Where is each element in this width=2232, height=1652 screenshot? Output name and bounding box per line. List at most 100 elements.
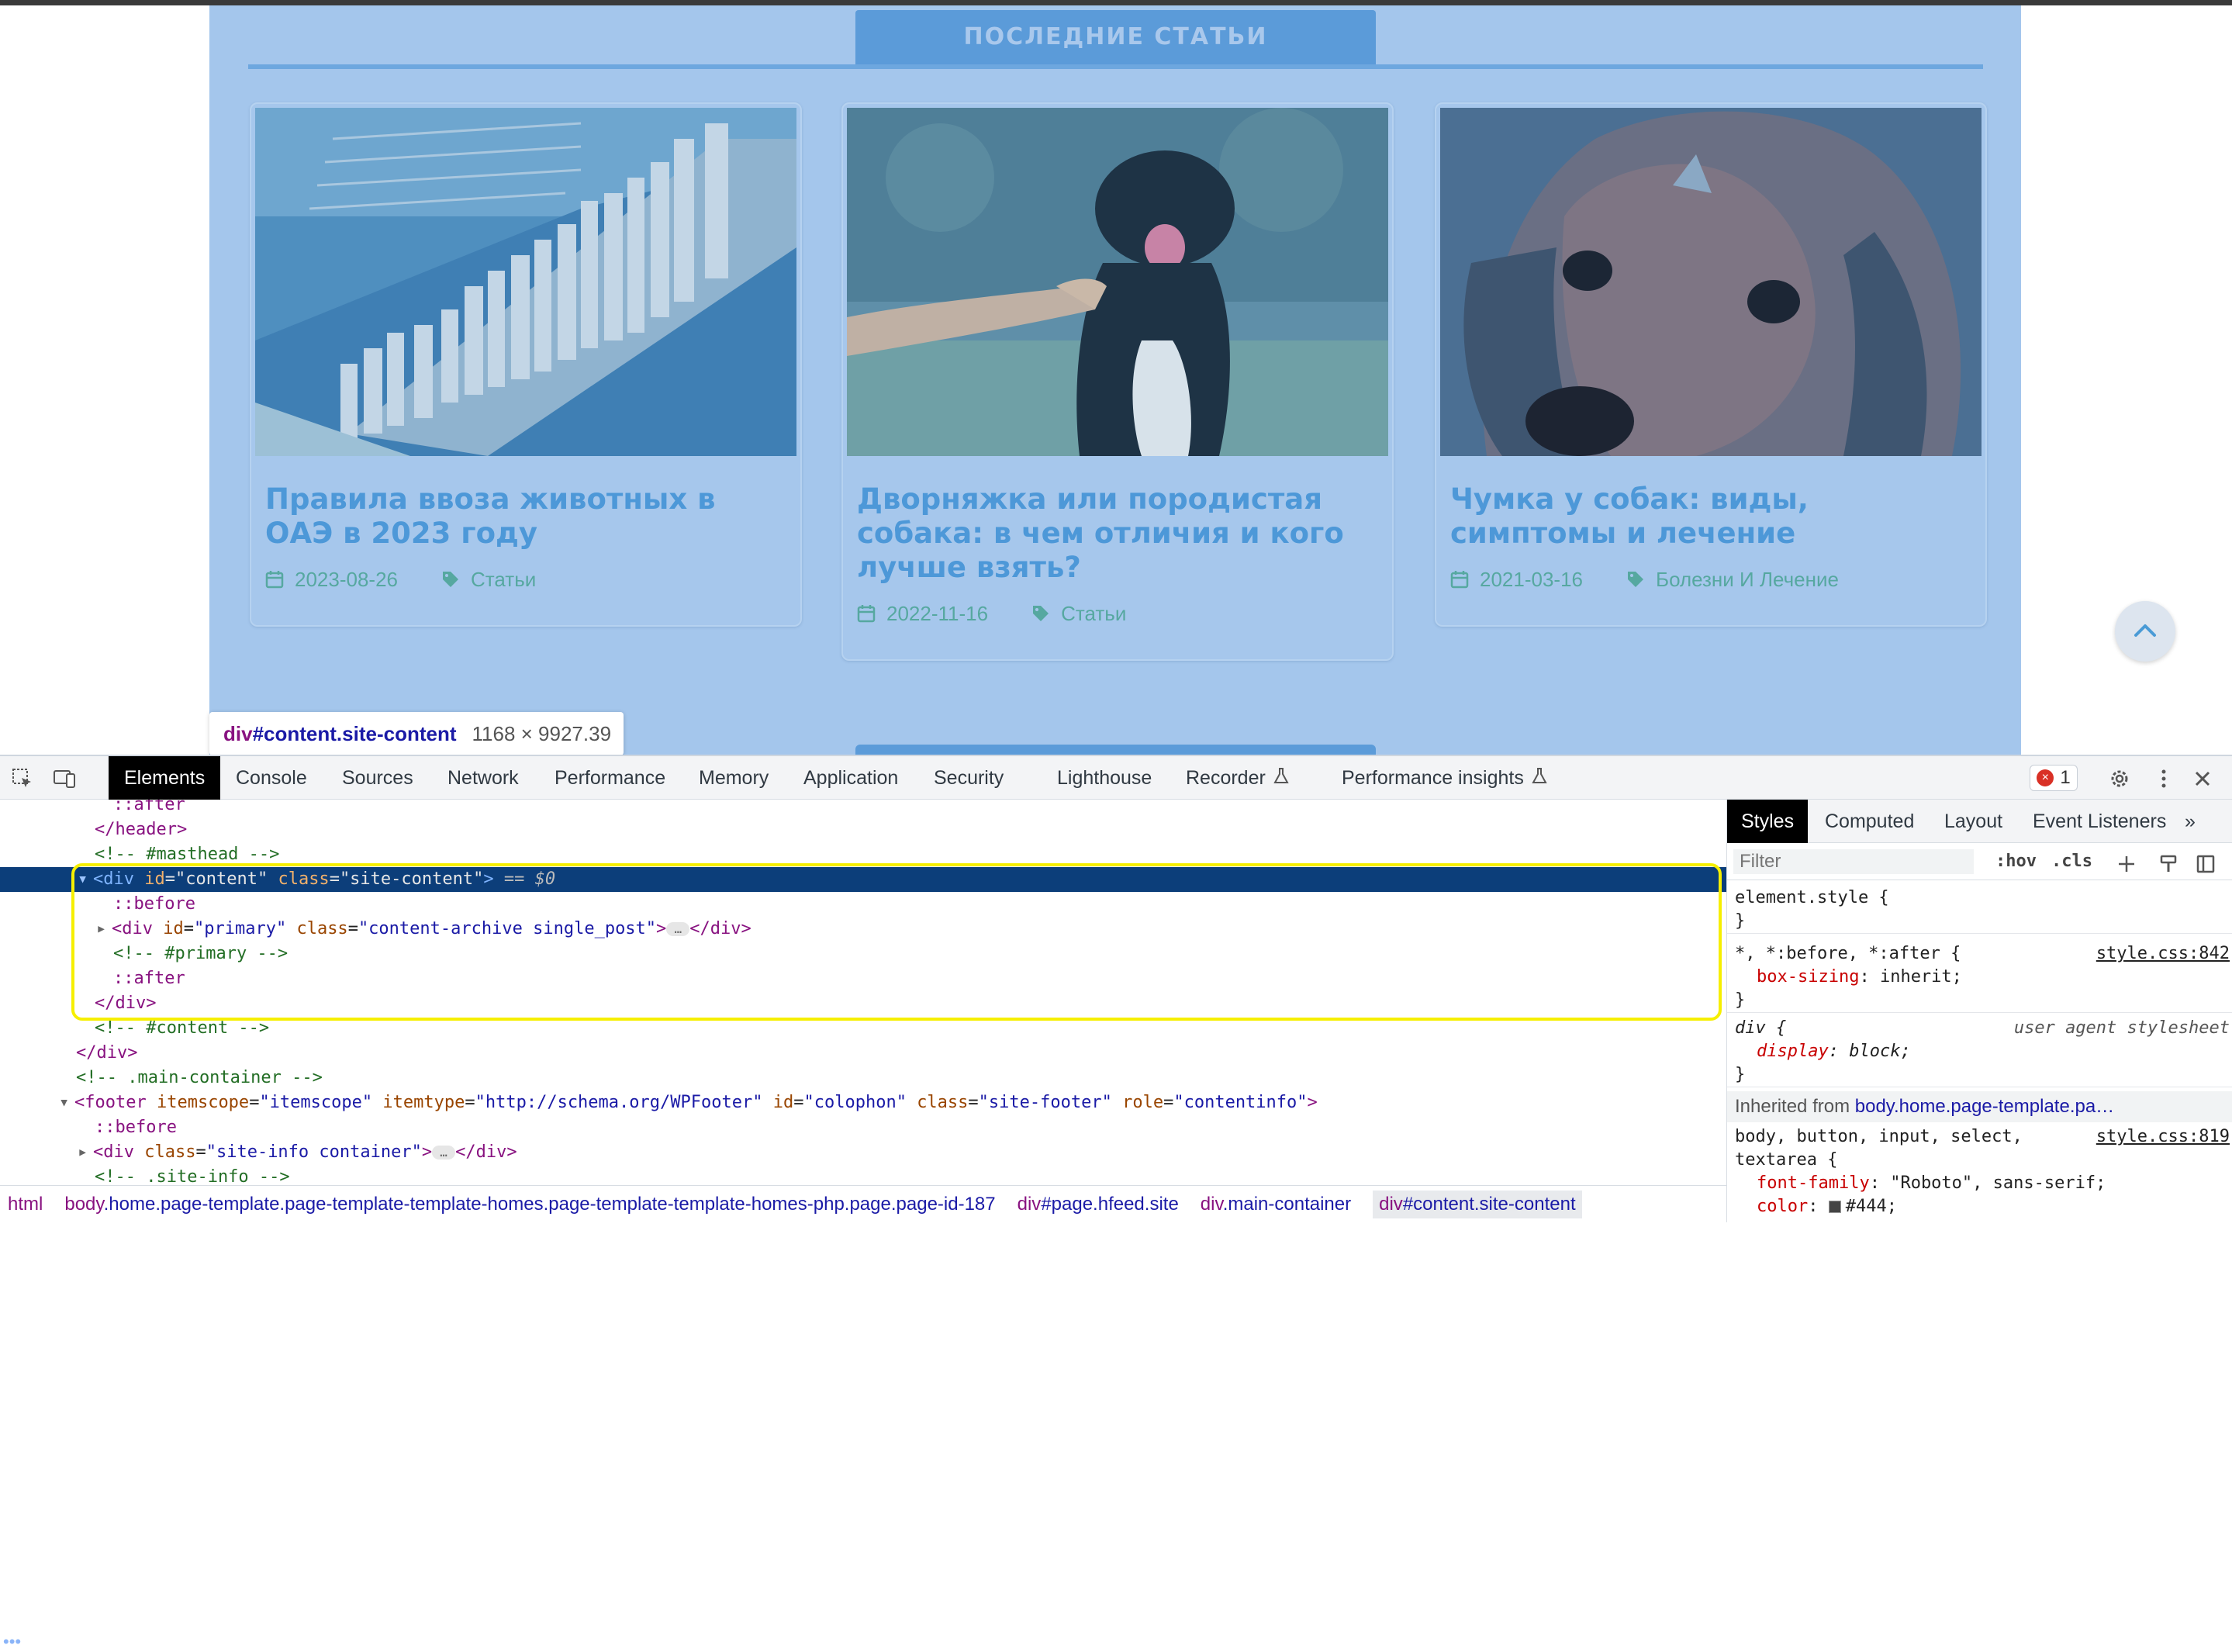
article-image-dubai-marina[interactable] xyxy=(255,108,796,456)
style-rule-body[interactable]: body, button, input, select, style.css:81… xyxy=(1727,1125,2232,1218)
breadcrumb-item[interactable]: html xyxy=(8,1194,43,1215)
add-rule-icon[interactable] xyxy=(2116,854,2137,874)
rule-selector: element.style { xyxy=(1735,888,1889,907)
toggle-sidebar-icon[interactable] xyxy=(2196,854,2216,874)
tag-icon xyxy=(1628,572,1643,587)
section-title-box: ПОСЛЕДНИЕ СТАТЬИ xyxy=(855,10,1376,64)
expand-triangle-icon[interactable]: ▾ xyxy=(59,1090,74,1115)
tab-memory[interactable]: Memory xyxy=(693,756,775,800)
attr-name: id xyxy=(772,1093,794,1112)
attr-value: "http://schema.org/WPFooter" xyxy=(475,1093,763,1112)
css-value[interactable]: #444; xyxy=(1846,1197,1897,1216)
device-toolbar-icon[interactable] xyxy=(53,767,76,790)
article-card[interactable]: Чумка у собак: виды, симптомы и лечение … xyxy=(1435,102,1987,627)
dom-node[interactable]: </div> xyxy=(0,1041,1726,1066)
style-rule-div[interactable]: div {user agent stylesheet display: bloc… xyxy=(1727,1017,2232,1087)
tab-computed[interactable]: Computed xyxy=(1817,800,1922,843)
tab-security[interactable]: Security xyxy=(928,756,1010,800)
breadcrumb-item-active[interactable]: div#content.site-content xyxy=(1373,1190,1582,1218)
dom-comment[interactable]: <!-- .main-container --> xyxy=(0,1066,1726,1090)
source-link[interactable]: style.css:819 xyxy=(2096,1125,2230,1149)
inspect-element-icon[interactable] xyxy=(11,767,34,790)
rule-selector: div { xyxy=(1735,1018,1787,1038)
css-value[interactable]: "Roboto", sans-serif; xyxy=(1890,1173,2106,1193)
scroll-to-top-button[interactable] xyxy=(2115,601,2175,662)
style-rule-universal[interactable]: *, *:before, *:after {style.css:842 box-… xyxy=(1727,942,2232,1013)
article-meta: 2022-11-16 Статьи xyxy=(857,602,1126,625)
attr-name: itemscope xyxy=(156,1093,250,1112)
article-title[interactable]: Дворняжка или породистая собака: в чем о… xyxy=(857,482,1377,585)
tab-event-listeners[interactable]: Event Listeners xyxy=(2025,800,2174,843)
breadcrumb-item[interactable]: div.main-container xyxy=(1201,1194,1351,1215)
breadcrumb-item[interactable]: body.home.page-template.page-template-te… xyxy=(64,1194,995,1215)
article-category-link[interactable]: Статьи xyxy=(471,568,536,592)
source-link[interactable]: style.css:842 xyxy=(2096,942,2230,966)
breadcrumb-item[interactable]: div#page.hfeed.site xyxy=(1018,1194,1179,1215)
paint-brush-icon[interactable] xyxy=(2158,854,2178,874)
user-agent-label: user agent stylesheet xyxy=(2013,1018,2230,1038)
css-property[interactable]: font-family xyxy=(1757,1173,1870,1193)
inherited-from-header: Inherited from body.home.page-template.p… xyxy=(1727,1091,2232,1122)
attr-name: role xyxy=(1122,1093,1164,1112)
article-card[interactable]: Правила ввоза животных в ОАЭ в 2023 году… xyxy=(250,102,802,627)
more-dots-icon[interactable]: ••• xyxy=(3,1632,21,1652)
settings-gear-icon[interactable] xyxy=(2108,767,2131,790)
css-value[interactable]: inherit; xyxy=(1880,967,1962,987)
crumb-tag: div xyxy=(1017,1193,1042,1215)
tab-performance[interactable]: Performance xyxy=(548,756,672,800)
styles-filter-input[interactable] xyxy=(1733,849,1974,874)
attr-value: "contentinfo" xyxy=(1173,1093,1308,1112)
inherited-link[interactable]: body.home.page-template.pa… xyxy=(1855,1096,2114,1117)
inspect-element-tooltip: div #content.site-content 1168 × 9927.39 xyxy=(209,712,624,755)
article-category-link[interactable]: Статьи xyxy=(1061,602,1126,626)
article-category-link[interactable]: Болезни И Лечение xyxy=(1656,568,1839,592)
tab-styles[interactable]: Styles xyxy=(1727,800,1809,843)
error-count-badge[interactable]: × 1 xyxy=(2030,765,2078,791)
article-card[interactable]: Дворняжка или породистая собака: в чем о… xyxy=(841,102,1394,661)
next-section-title-box xyxy=(855,745,1376,755)
class-toggle[interactable]: .cls xyxy=(2051,849,2092,874)
tab-performance-insights[interactable]: Performance insights xyxy=(1335,756,1553,800)
css-property[interactable]: box-sizing xyxy=(1757,967,1859,987)
more-options-icon[interactable] xyxy=(2152,767,2175,790)
dom-node[interactable]: ::before xyxy=(0,1115,1726,1140)
crumb-rest: .main-container xyxy=(1222,1193,1352,1215)
tab-lighthouse[interactable]: Lighthouse xyxy=(1051,756,1158,800)
more-tabs-chevron-icon[interactable]: » xyxy=(2177,800,2203,843)
css-property[interactable]: color xyxy=(1757,1197,1808,1216)
style-rule-element[interactable]: element.style { } xyxy=(1727,886,2232,934)
error-icon: × xyxy=(2037,769,2054,786)
dom-comment[interactable]: <!-- .site-info --> xyxy=(0,1165,1726,1185)
article-title[interactable]: Правила ввоза животных в ОАЭ в 2023 году xyxy=(265,482,785,551)
site-content-highlight: ПОСЛЕДНИЕ СТАТЬИ Правила ввоза животных … xyxy=(209,5,2021,755)
dom-node[interactable]: </header> xyxy=(0,817,1726,842)
article-image-beagle[interactable] xyxy=(1440,108,1982,456)
close-icon[interactable] xyxy=(2191,767,2214,790)
tooltip-tag: div xyxy=(223,721,253,745)
ellipsis-icon[interactable]: … xyxy=(432,1146,456,1160)
attr-value: "colophon" xyxy=(803,1093,907,1112)
dom-node[interactable]: ▸ <div class="site-info container">… </div… xyxy=(0,1140,1726,1165)
tab-elements[interactable]: Elements xyxy=(109,756,221,800)
tag-text: </div> xyxy=(455,1142,517,1162)
article-image-dog-paw[interactable] xyxy=(847,108,1388,456)
rule-close: } xyxy=(1735,911,1746,931)
tab-layout[interactable]: Layout xyxy=(1937,800,2010,843)
collapsed-triangle-icon[interactable]: ▸ xyxy=(78,1140,93,1165)
devtools-tab-bar: Elements Console Sources Network Perform… xyxy=(0,756,2232,800)
tab-application[interactable]: Application xyxy=(797,756,904,800)
tab-console[interactable]: Console xyxy=(230,756,313,800)
color-swatch[interactable] xyxy=(1828,1201,1841,1213)
dom-node[interactable]: ▾ <footer itemscope="itemscope" itemtype=… xyxy=(0,1090,1726,1115)
attr-name: class xyxy=(144,1142,196,1162)
hover-state-toggle[interactable]: :hov xyxy=(1995,849,2037,874)
crumb-rest: #page.hfeed.site xyxy=(1041,1193,1179,1215)
tab-network[interactable]: Network xyxy=(441,756,525,800)
article-title[interactable]: Чумка у собак: виды, симптомы и лечение xyxy=(1450,482,1970,551)
styles-filter-bar: :hov .cls xyxy=(1727,843,2232,880)
dom-node[interactable]: ::after xyxy=(0,800,1726,817)
tag-icon xyxy=(443,572,458,587)
tab-sources[interactable]: Sources xyxy=(336,756,420,800)
error-count: 1 xyxy=(2060,767,2071,788)
tab-recorder[interactable]: Recorder xyxy=(1180,756,1295,800)
